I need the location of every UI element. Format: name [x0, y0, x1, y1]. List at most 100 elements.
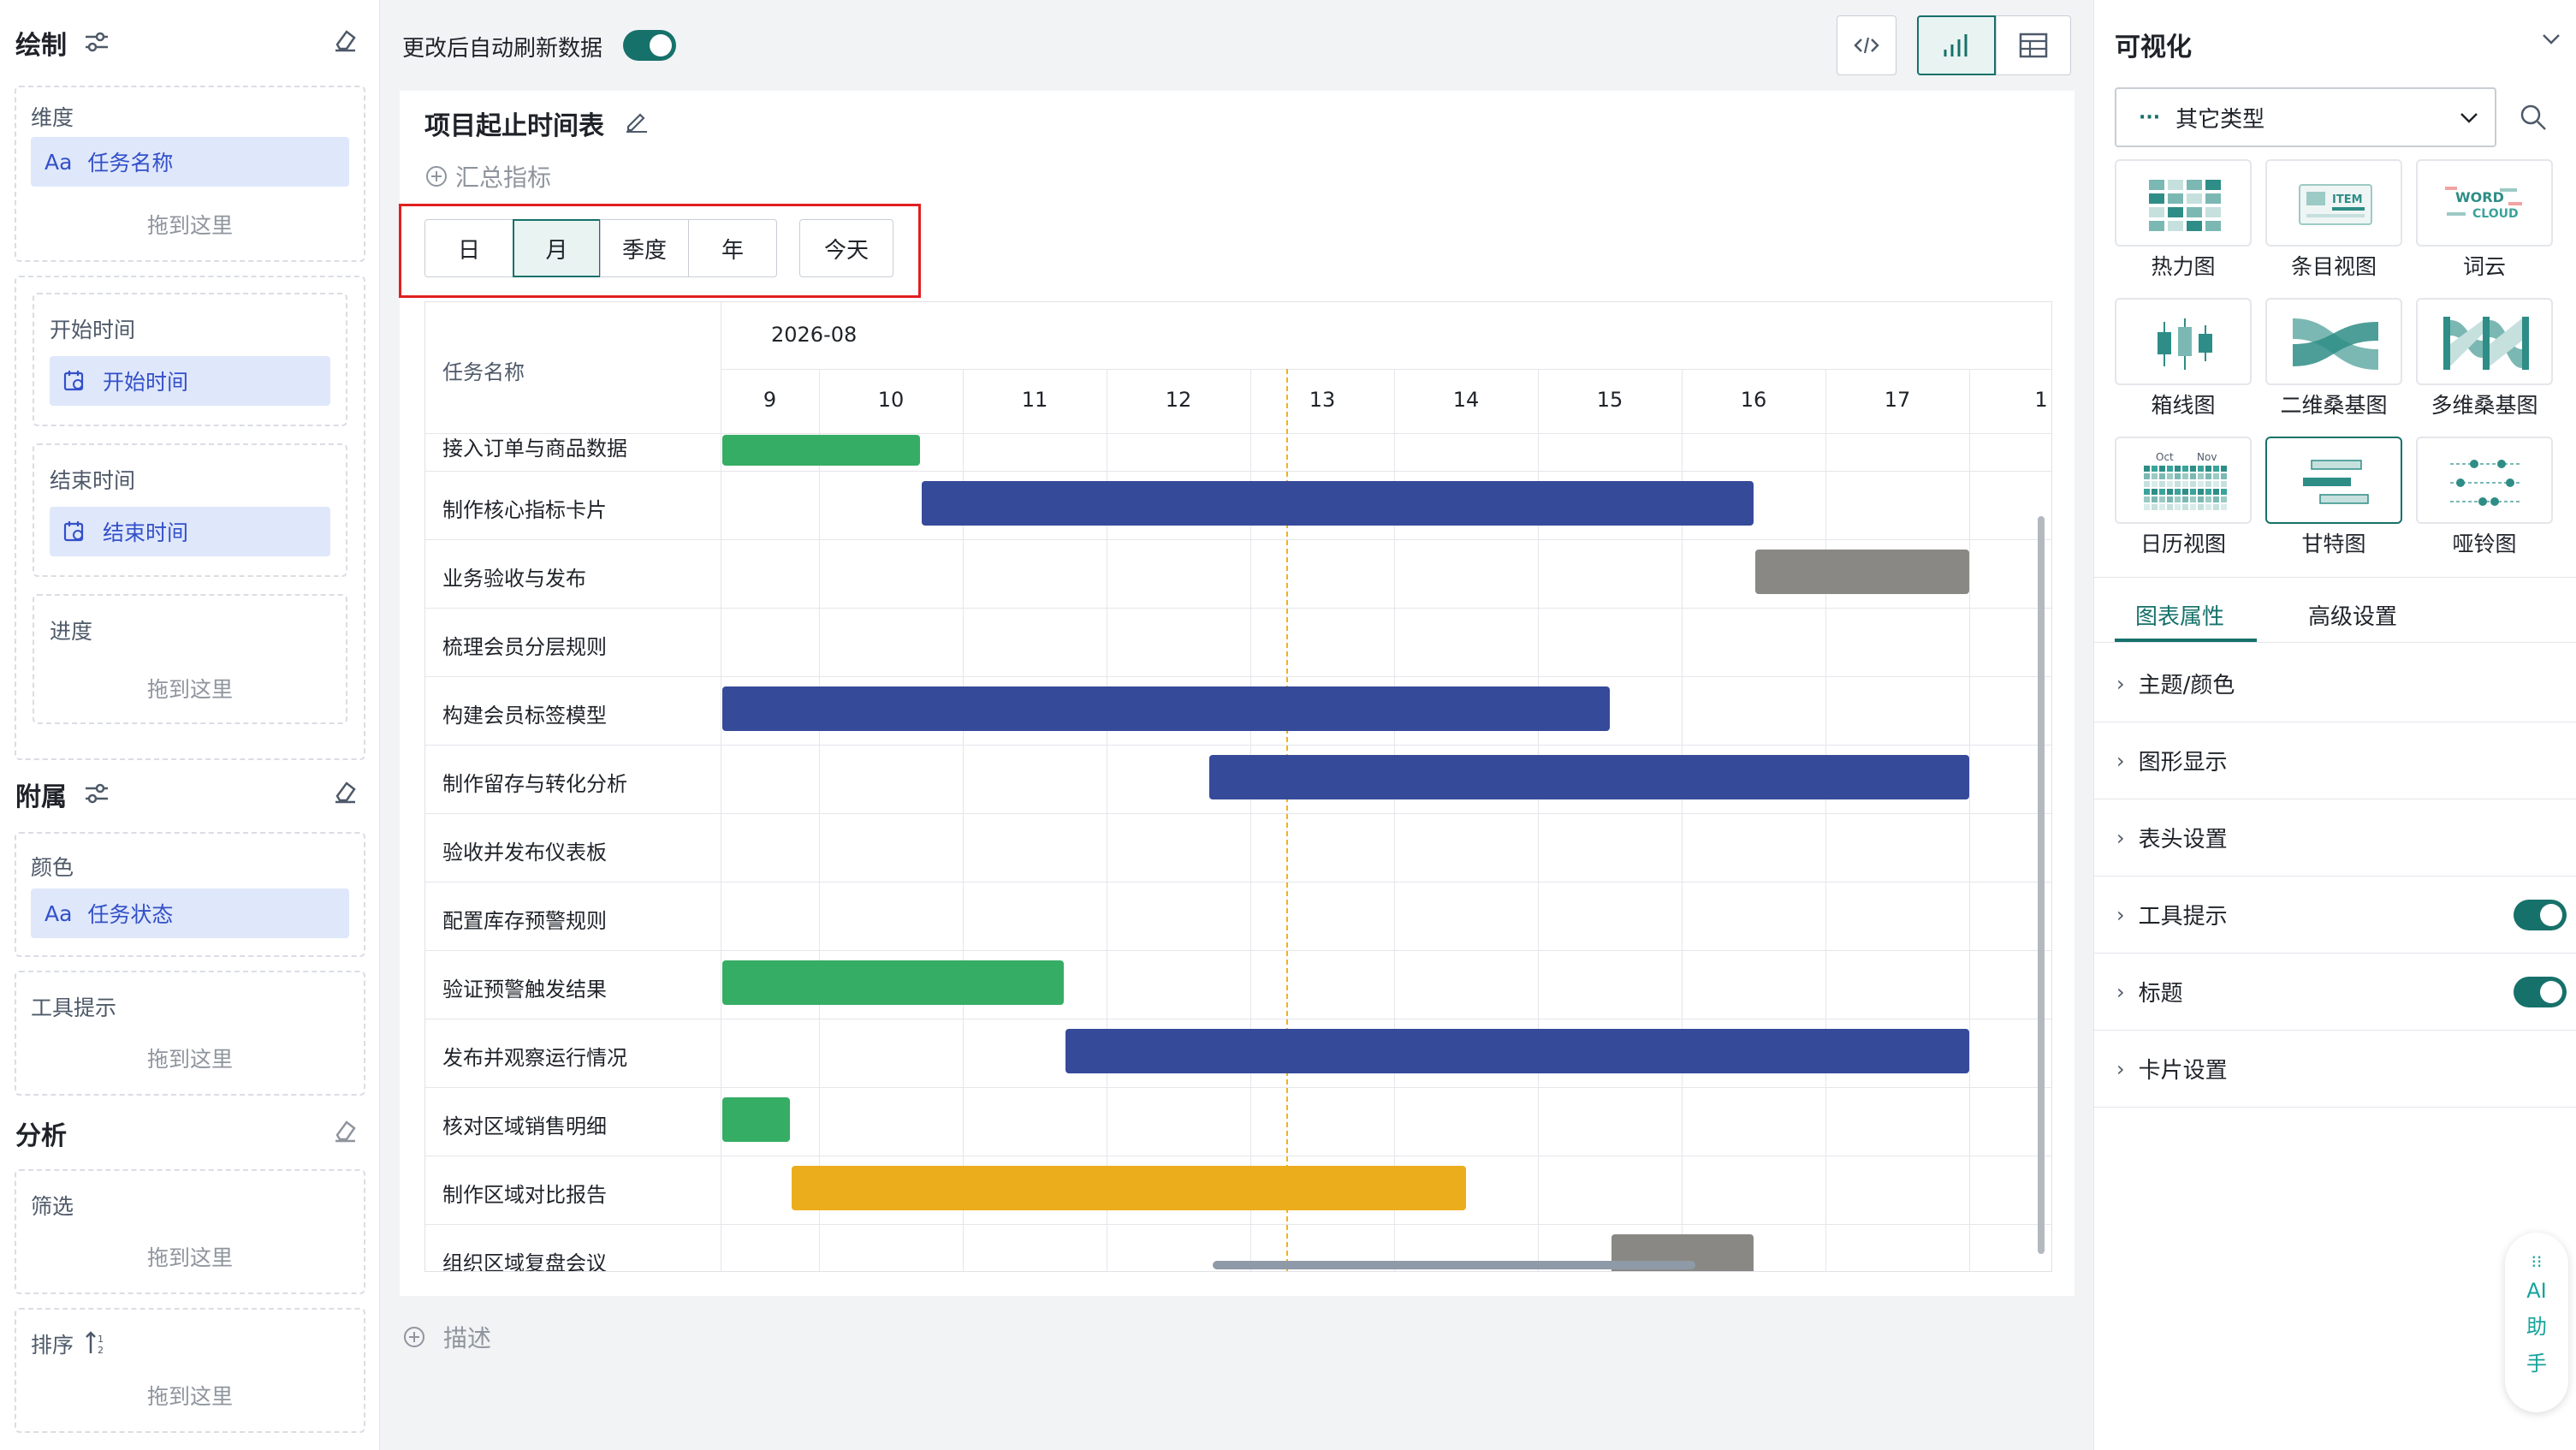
- calendar-cell: [2159, 473, 2165, 479]
- calendar-cell: [2175, 496, 2181, 502]
- progress-dropzone[interactable]: [33, 594, 347, 724]
- dumbbell-label: 哑铃图: [2452, 532, 2517, 556]
- calendar-cell: [2205, 473, 2211, 479]
- chevron-down-icon[interactable]: [2541, 33, 2561, 46]
- gantt-tile[interactable]: [2265, 437, 2402, 524]
- calendar-cell: [2175, 504, 2181, 510]
- text-type-icon: Aa: [45, 900, 73, 926]
- gantt-bar[interactable]: [1208, 755, 1969, 799]
- task-name-label: 业务验收与发布: [442, 567, 586, 591]
- tooltip-toggle[interactable]: [2514, 900, 2567, 930]
- sankey-multi-tile[interactable]: [2416, 298, 2553, 385]
- pencil-icon[interactable]: [623, 108, 649, 134]
- range-quarter-button[interactable]: 季度: [600, 219, 689, 277]
- gantt-bar[interactable]: [722, 686, 1610, 731]
- range-day-button[interactable]: 日: [424, 219, 513, 277]
- eraser-icon[interactable]: [332, 1118, 358, 1144]
- prop-card-settings[interactable]: › 卡片设置: [2094, 1031, 2576, 1108]
- prop-shape-display[interactable]: › 图形显示: [2094, 722, 2576, 799]
- calendar-cell: [2182, 481, 2188, 487]
- chart-type-select[interactable]: ··· 其它类型: [2115, 87, 2496, 147]
- code-view-button[interactable]: [1837, 15, 1896, 75]
- dimension-field-chip[interactable]: Aa 任务名称: [31, 137, 349, 187]
- end-time-field-chip[interactable]: 结束时间: [50, 507, 330, 556]
- calendar-cell: [2221, 466, 2227, 472]
- sliders-icon[interactable]: [84, 31, 110, 53]
- chevron-right-icon: ›: [2116, 825, 2125, 850]
- calendar-cell: [2152, 481, 2158, 487]
- row-divider: [425, 813, 2051, 814]
- prop-title[interactable]: › 标题: [2094, 954, 2576, 1031]
- prop-tooltip[interactable]: › 工具提示: [2094, 877, 2576, 954]
- chevron-right-icon: ›: [2116, 979, 2125, 1004]
- tooltip-dropzone[interactable]: [15, 971, 365, 1096]
- add-summary-metric[interactable]: 汇总指标: [424, 159, 551, 193]
- task-name-label: 发布并观察运行情况: [442, 1046, 627, 1070]
- item-view-tile[interactable]: ITEM: [2265, 159, 2402, 247]
- start-time-field-chip[interactable]: 开始时间: [50, 356, 330, 406]
- auto-refresh-label: 更改后自动刷新数据: [402, 36, 603, 62]
- gantt-bar[interactable]: [722, 960, 1064, 1005]
- chart-title[interactable]: 项目起止时间表: [424, 104, 604, 142]
- gantt-bar[interactable]: [1065, 1029, 1969, 1073]
- calendar-cell: [2198, 466, 2204, 472]
- visualization-title: 可视化: [2115, 33, 2192, 62]
- search-icon[interactable]: [2519, 103, 2548, 132]
- svg-text:1: 1: [98, 1334, 104, 1345]
- eraser-icon[interactable]: [332, 779, 358, 805]
- table-view-button[interactable]: [1996, 15, 2071, 75]
- heatmap-tile[interactable]: [2115, 159, 2252, 247]
- gantt-bar[interactable]: [921, 481, 1754, 526]
- tab-chart-properties[interactable]: 图表属性: [2135, 599, 2224, 631]
- gantt-bar[interactable]: [722, 435, 920, 466]
- ai-assistant-button[interactable]: ⁝⁝ AI 助 手: [2505, 1233, 2568, 1412]
- sliders-icon[interactable]: [84, 782, 110, 805]
- tooltip-label: 工具提示: [31, 995, 117, 1020]
- calendar-cell: [2190, 496, 2196, 502]
- day-grid-line: [819, 369, 820, 1271]
- gantt-bar[interactable]: [722, 1097, 790, 1142]
- sort-dropzone[interactable]: [15, 1308, 365, 1433]
- sort-drop-hint: 拖到这里: [146, 1384, 233, 1409]
- range-year-button[interactable]: 年: [688, 219, 777, 277]
- vertical-scrollbar[interactable]: [2038, 516, 2045, 1254]
- sankey-multi-icon: [2443, 317, 2529, 370]
- auto-refresh-toggle[interactable]: [623, 30, 676, 61]
- boxplot-tile[interactable]: [2115, 298, 2252, 385]
- prop-theme-color[interactable]: › 主题/颜色: [2094, 645, 2576, 722]
- gantt-bar[interactable]: [791, 1166, 1466, 1210]
- gantt-bar[interactable]: [1755, 550, 1969, 594]
- row-divider: [425, 676, 2051, 677]
- chart-view-button[interactable]: [1917, 15, 1996, 75]
- dumbbell-tile[interactable]: [2416, 437, 2553, 524]
- calendar-cell: [2152, 489, 2158, 495]
- sankey-multi-label: 多维桑基图: [2431, 393, 2538, 418]
- prop-header-settings[interactable]: › 表头设置: [2094, 799, 2576, 877]
- sort-icon[interactable]: 12: [84, 1330, 108, 1356]
- sankey-2d-tile[interactable]: [2265, 298, 2402, 385]
- calendar-view-tile[interactable]: Oct Nov: [2115, 437, 2252, 524]
- today-button[interactable]: 今天: [799, 219, 893, 277]
- calendar-cell: [2205, 489, 2211, 495]
- day-label: 10: [877, 388, 905, 412]
- gantt-label: 甘特图: [2301, 532, 2366, 556]
- day-label: 13: [1309, 388, 1336, 412]
- calendar-cell: [2198, 489, 2204, 495]
- tab-advanced-settings[interactable]: 高级设置: [2308, 599, 2397, 631]
- calendar-cell: [2182, 489, 2188, 495]
- horizontal-scrollbar[interactable]: [1213, 1261, 1695, 1269]
- chevron-right-icon: ›: [2116, 748, 2125, 773]
- gantt-chart: 任务名称 2026-08 9 10 11 12 13 14 15 16 17 1 接入订单与商品数据…: [424, 301, 2052, 1272]
- color-field-chip[interactable]: Aa 任务状态: [31, 888, 349, 938]
- filter-dropzone[interactable]: [15, 1169, 365, 1294]
- wordcloud-label: 词云: [2462, 254, 2506, 279]
- add-description[interactable]: 描述: [402, 1320, 491, 1354]
- title-toggle[interactable]: [2514, 977, 2567, 1007]
- task-name-label: 制作区域对比报告: [442, 1183, 607, 1207]
- eraser-icon[interactable]: [332, 27, 358, 53]
- calendar-cell: [2221, 481, 2227, 487]
- range-month-button[interactable]: 月: [513, 219, 601, 277]
- calendar-icon: [63, 371, 84, 391]
- heatmap-label: 热力图: [2151, 254, 2216, 279]
- wordcloud-tile[interactable]: WORD CLOUD: [2416, 159, 2553, 247]
